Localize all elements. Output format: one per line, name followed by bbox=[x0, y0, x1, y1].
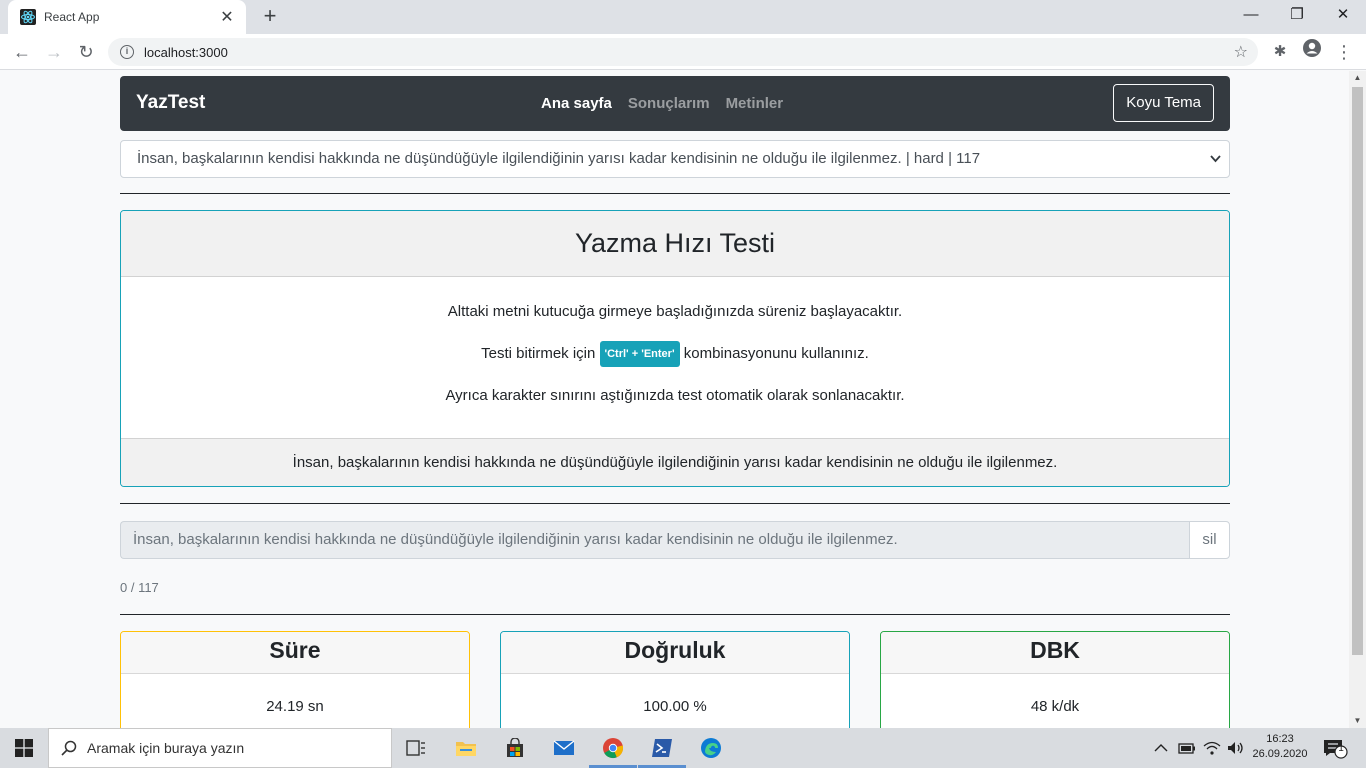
reload-icon[interactable]: ↻ bbox=[72, 38, 100, 66]
search-placeholder: Aramak için buraya yazın bbox=[87, 740, 245, 756]
accuracy-card: Doğruluk 100.00 % bbox=[500, 631, 850, 741]
url-text: localhost:3000 bbox=[144, 44, 228, 60]
wpm-value: 48 k/dk bbox=[1030, 698, 1080, 715]
target-text: İnsan, başkalarının kendisi hakkında ne … bbox=[121, 438, 1229, 486]
accuracy-label: Doğruluk bbox=[501, 632, 849, 674]
shortcut-badge: 'Ctrl' + 'Enter' bbox=[599, 341, 680, 367]
system-clock[interactable]: 16:23 26.09.2020 bbox=[1252, 732, 1308, 762]
search-icon bbox=[61, 740, 77, 756]
battery-icon[interactable] bbox=[1178, 728, 1196, 768]
card-title: Yazma Hızı Testi bbox=[121, 211, 1229, 277]
selected-text-option: İnsan, başkalarının kendisi hakkında ne … bbox=[137, 150, 981, 167]
character-counter: 0 / 117 bbox=[120, 580, 159, 595]
react-logo-icon bbox=[20, 9, 36, 25]
clock-date: 26.09.2020 bbox=[1252, 748, 1308, 760]
nav-link-home[interactable]: Ana sayfa bbox=[541, 95, 612, 112]
task-view-icon[interactable] bbox=[396, 732, 436, 764]
url-omnibox[interactable]: i localhost:3000 ☆ bbox=[108, 38, 1258, 66]
tab-title: React App bbox=[44, 10, 100, 24]
info-icon[interactable]: i bbox=[120, 45, 134, 59]
divider bbox=[120, 614, 1230, 615]
back-icon[interactable]: ← bbox=[8, 38, 36, 66]
browser-tab-bar: React App ✕ + — ❐ ✕ bbox=[0, 0, 1366, 34]
brand-logo[interactable]: YazTest bbox=[136, 92, 205, 114]
clock-time: 16:23 bbox=[1266, 733, 1294, 745]
powershell-icon[interactable] bbox=[638, 732, 686, 768]
dark-theme-button[interactable]: Koyu Tema bbox=[1113, 84, 1214, 122]
tray-chevron-up-icon[interactable] bbox=[1154, 728, 1168, 768]
instruction-line-1: Alttaki metni kutucuğa girmeye başladığı… bbox=[447, 303, 903, 320]
new-tab-icon[interactable]: + bbox=[258, 4, 282, 28]
page-scrollbar[interactable]: ▲ ▼ bbox=[1349, 71, 1366, 728]
typing-test-card: Yazma Hızı Testi Alttaki metni kutucuğa … bbox=[120, 210, 1230, 487]
window-close-icon[interactable]: ✕ bbox=[1320, 0, 1366, 30]
wifi-icon[interactable] bbox=[1203, 728, 1221, 768]
chevron-down-icon bbox=[1210, 141, 1221, 192]
menu-kebab-icon[interactable]: ⋮ bbox=[1330, 38, 1358, 66]
wpm-label: DBK bbox=[881, 632, 1229, 674]
instruction-line-2-end: kombinasyonunu kullanınız. bbox=[679, 345, 869, 362]
address-bar: ← → ↻ i localhost:3000 ☆ ✱ ⋮ bbox=[0, 34, 1366, 70]
scroll-thumb[interactable] bbox=[1352, 87, 1363, 655]
divider bbox=[120, 193, 1230, 194]
accuracy-value: 100.00 % bbox=[643, 698, 707, 715]
notification-count: 1 bbox=[1338, 743, 1344, 754]
typing-input[interactable]: İnsan, başkalarının kendisi hakkında ne … bbox=[120, 521, 1189, 559]
windows-start-icon[interactable] bbox=[0, 728, 48, 768]
nav-link-results[interactable]: Sonuçlarım bbox=[628, 95, 710, 112]
bookmark-star-icon[interactable]: ☆ bbox=[1234, 42, 1248, 62]
notification-center-icon[interactable]: 1 bbox=[1322, 728, 1348, 768]
file-explorer-icon[interactable] bbox=[446, 732, 486, 764]
instruction-line-2: Testi bitirmek için 'Ctrl' + 'Enter' kom… bbox=[121, 341, 1229, 367]
nav-links: Ana sayfa Sonuçlarım Metinler bbox=[541, 95, 783, 112]
volume-icon[interactable] bbox=[1227, 728, 1245, 768]
duration-label: Süre bbox=[121, 632, 469, 674]
restore-icon[interactable]: ❐ bbox=[1274, 0, 1320, 30]
instruction-line-3: Ayrıca karakter sınırını aştığınızda tes… bbox=[445, 387, 905, 404]
chrome-icon[interactable] bbox=[589, 732, 637, 768]
extensions-icon[interactable]: ✱ bbox=[1266, 38, 1294, 66]
minimize-icon[interactable]: — bbox=[1228, 0, 1274, 30]
scroll-up-icon[interactable]: ▲ bbox=[1349, 71, 1366, 85]
browser-tab[interactable]: React App ✕ bbox=[8, 0, 246, 34]
nav-link-texts[interactable]: Metinler bbox=[726, 95, 784, 112]
duration-value: 24.19 sn bbox=[266, 698, 324, 715]
windows-taskbar: Aramak için buraya yazın 16:23 26.09.202… bbox=[0, 728, 1366, 768]
app-navbar: YazTest Ana sayfa Sonuçlarım Metinler Ko… bbox=[120, 76, 1230, 131]
profile-icon[interactable] bbox=[1298, 38, 1326, 66]
clear-button[interactable]: sil bbox=[1189, 521, 1230, 559]
taskbar-search[interactable]: Aramak için buraya yazın bbox=[48, 728, 392, 768]
mail-icon[interactable] bbox=[544, 732, 584, 764]
store-icon[interactable] bbox=[495, 732, 535, 764]
scroll-down-icon[interactable]: ▼ bbox=[1349, 714, 1366, 728]
duration-card: Süre 24.19 sn bbox=[120, 631, 470, 741]
instructions: Alttaki metni kutucuğa girmeye başladığı… bbox=[121, 277, 1229, 438]
text-select-dropdown[interactable]: İnsan, başkalarının kendisi hakkında ne … bbox=[120, 140, 1230, 178]
forward-icon[interactable]: → bbox=[40, 38, 68, 66]
typing-input-group: İnsan, başkalarının kendisi hakkında ne … bbox=[120, 521, 1230, 559]
divider bbox=[120, 503, 1230, 504]
edge-icon[interactable] bbox=[691, 732, 731, 764]
instruction-line-2-start: Testi bitirmek için bbox=[481, 345, 600, 362]
tab-close-icon[interactable]: ✕ bbox=[218, 7, 236, 27]
wpm-card: DBK 48 k/dk bbox=[880, 631, 1230, 741]
